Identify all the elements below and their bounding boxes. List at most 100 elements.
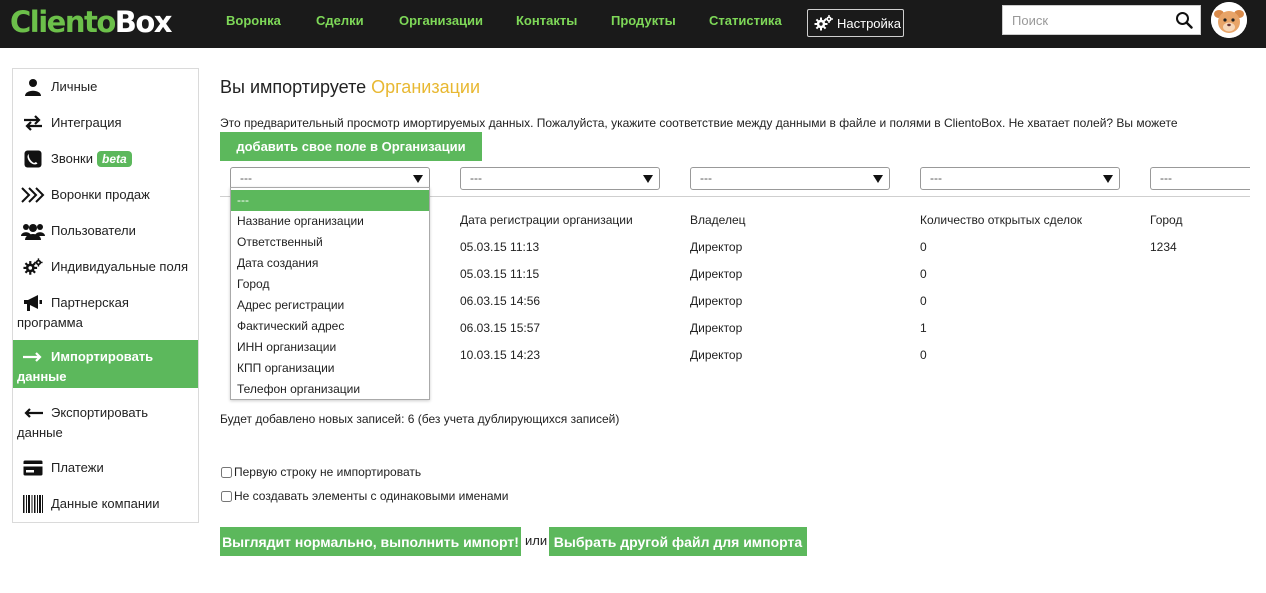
sidebar-item-label: Платежи (51, 460, 104, 475)
settings-label: Настройка (837, 15, 901, 31)
megaphone-icon (23, 293, 43, 313)
sidebar-item-label-wrap: Звонки beta (51, 149, 132, 169)
search-icon[interactable] (1175, 11, 1193, 29)
column-mapping-select-2[interactable]: --- (460, 167, 660, 190)
chevrons-right-icon (21, 185, 45, 205)
select-value: --- (930, 171, 942, 185)
dropdown-option[interactable]: Название организации (231, 211, 429, 232)
table-cell: Директор (690, 348, 743, 362)
column-header: Владелец (690, 213, 746, 227)
sidebar-item-users[interactable]: Пользователи (13, 221, 198, 241)
nav-contacts[interactable]: Контакты (516, 13, 577, 29)
nav-funnel[interactable]: Воронка (226, 13, 281, 29)
no-duplicates-checkbox-row[interactable]: Не создавать элементы с одинаковыми имен… (220, 488, 509, 504)
sidebar-item-sales-funnels[interactable]: Воронки продаж (13, 185, 198, 205)
credit-card-icon (23, 458, 43, 478)
table-cell: 0 (920, 240, 927, 254)
gears-icon (23, 257, 43, 277)
settings-sidebar: Личные Интеграция Звонки beta Воронки про… (12, 68, 199, 523)
page-title: Вы импортируете Организации (220, 76, 480, 98)
sidebar-item-label: Пользователи (51, 223, 136, 238)
table-cell: 0 (920, 294, 927, 308)
sidebar-item-label-line1: Партнерская (51, 295, 129, 310)
logo[interactable]: ClientoBox (10, 4, 173, 40)
skip-first-row-checkbox[interactable] (221, 466, 232, 478)
table-cell: Директор (690, 294, 743, 308)
sidebar-item-export-data[interactable]: Экспортировать данные (13, 403, 198, 443)
search-input[interactable] (1003, 6, 1169, 34)
dropdown-option[interactable]: КПП организации (231, 358, 429, 379)
nav-organizations[interactable]: Организации (399, 13, 483, 29)
sidebar-item-import-data[interactable]: Импортировать данные (13, 340, 198, 388)
run-import-button[interactable]: Выглядит нормально, выполнить импорт! (220, 527, 521, 556)
table-cell: 1234 (1150, 240, 1177, 254)
users-icon (21, 221, 45, 241)
column-mapping-select-4[interactable]: --- (920, 167, 1120, 190)
logo-part1: Cliento (10, 5, 116, 39)
sidebar-item-partner-program[interactable]: Партнерская программа (13, 293, 198, 333)
search-box (1002, 5, 1201, 35)
column-mapping-select-3[interactable]: --- (690, 167, 890, 190)
checkbox-label: Не создавать элементы с одинаковыми имен… (234, 489, 509, 503)
checkbox-label: Первую строку не импортировать (234, 465, 422, 479)
arrow-right-icon (23, 347, 43, 367)
arrow-left-icon (23, 403, 43, 423)
skip-first-row-checkbox-row[interactable]: Первую строку не импортировать (220, 464, 421, 480)
dropdown-option[interactable]: ИНН организации (231, 337, 429, 358)
sidebar-item-label-line2: данные (17, 369, 67, 384)
choose-another-file-button[interactable]: Выбрать другой файл для импорта (549, 527, 807, 556)
column-mapping-select-5[interactable]: --- (1150, 167, 1250, 190)
sidebar-item-personal[interactable]: Личные (13, 77, 198, 97)
dropdown-option[interactable]: Фактический адрес (231, 316, 429, 337)
sidebar-item-label: Данные компании (51, 496, 160, 511)
select-value: --- (1160, 171, 1172, 185)
select-value: --- (240, 171, 252, 185)
column-mapping-dropdown[interactable]: --- Название организации Ответственный Д… (230, 187, 430, 400)
dropdown-option[interactable]: Город (231, 274, 429, 295)
nav-products[interactable]: Продукты (611, 13, 676, 29)
barcode-icon (23, 494, 43, 514)
dropdown-option[interactable]: Телефон организации (231, 379, 429, 399)
nav-deals[interactable]: Сделки (316, 13, 364, 29)
gears-icon (814, 15, 833, 31)
nav-statistics[interactable]: Статистика (709, 13, 782, 29)
sidebar-item-label: Индивидуальные поля (51, 259, 189, 274)
table-cell: 05.03.15 11:15 (460, 267, 540, 281)
sidebar-item-custom-fields[interactable]: Индивидуальные поля (13, 257, 198, 277)
sidebar-item-label: Воронки продаж (51, 187, 150, 202)
sidebar-item-label-line1: Экспортировать (51, 405, 148, 420)
avatar[interactable] (1211, 2, 1247, 38)
chevron-down-icon (1103, 175, 1113, 183)
import-description: Это предварительный просмотр имортируемы… (220, 116, 1178, 130)
chevron-down-icon (413, 175, 423, 183)
sidebar-item-company-data[interactable]: Данные компании (13, 494, 198, 514)
arrows-exchange-icon (23, 113, 43, 133)
page-title-entity[interactable]: Организации (371, 77, 480, 97)
select-value: --- (470, 171, 482, 185)
dropdown-option[interactable]: Ответственный (231, 232, 429, 253)
dropdown-option[interactable]: Адрес регистрации (231, 295, 429, 316)
sidebar-item-payments[interactable]: Платежи (13, 458, 198, 478)
table-cell: 0 (920, 348, 927, 362)
table-cell: 06.03.15 15:57 (460, 321, 541, 335)
dropdown-option[interactable]: Дата создания (231, 253, 429, 274)
sidebar-item-label-line2: программа (17, 315, 83, 330)
sidebar-item-label: Интеграция (51, 115, 122, 130)
or-label: или (525, 533, 548, 548)
table-cell: 05.03.15 11:13 (460, 240, 540, 254)
table-cell: 06.03.15 14:56 (460, 294, 541, 308)
user-icon (23, 77, 43, 97)
sidebar-item-integration[interactable]: Интеграция (13, 113, 198, 133)
no-duplicates-checkbox[interactable] (221, 490, 232, 502)
select-value: --- (700, 171, 712, 185)
sidebar-item-calls[interactable]: Звонки beta (13, 149, 198, 169)
settings-button[interactable]: Настройка (807, 9, 904, 37)
import-summary: Будет добавлено новых записей: 6 (без уч… (220, 412, 620, 426)
table-cell: 0 (920, 267, 927, 281)
chevron-down-icon (643, 175, 653, 183)
dropdown-option-selected[interactable]: --- (231, 190, 429, 211)
beta-badge: beta (96, 151, 132, 167)
top-navbar: ClientoBox Воронка Сделки Организации Ко… (0, 0, 1266, 48)
column-header: Дата регистрации организации (460, 213, 633, 227)
add-custom-field-button[interactable]: добавить свое поле в Организации (220, 132, 482, 161)
